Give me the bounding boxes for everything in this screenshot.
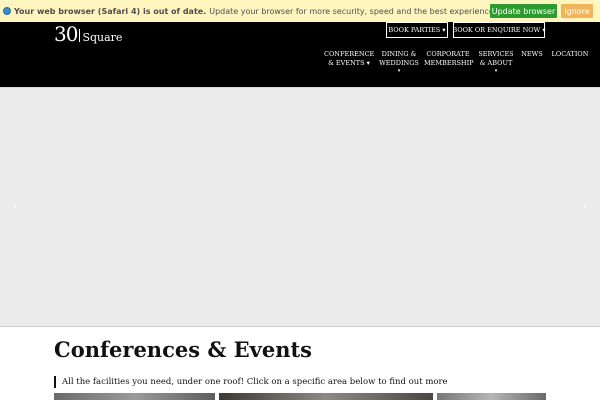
nav-item-location[interactable]: LOCATION: [551, 50, 589, 59]
chevron-left-icon[interactable]: ‹: [10, 201, 20, 213]
nav-item-dining[interactable]: DINING & WEDDINGS ▾: [378, 50, 420, 75]
area-thumbnail[interactable]: [437, 393, 546, 400]
chevron-down-icon: ▾: [397, 68, 401, 74]
nav-label-line: & ABOUT: [479, 59, 513, 67]
area-thumbnail[interactable]: [219, 393, 433, 400]
logo-number: 30: [54, 22, 78, 46]
nav-item-news[interactable]: NEWS: [520, 50, 544, 59]
nav-label-line: CONFERENCE: [324, 50, 375, 58]
nav-label-line: & EVENTS ▾: [328, 59, 370, 67]
site-logo[interactable]: 30 Square: [54, 14, 122, 44]
logo-divider: [79, 29, 81, 42]
nav-label-line: CORPORATE: [426, 50, 470, 58]
page-title: Conferences & Events: [54, 337, 312, 362]
hero-carousel: ‹ ›: [0, 87, 600, 327]
book-enquire-button[interactable]: BOOK OR ENQUIRE NOW ▾: [452, 22, 546, 38]
nav-item-services[interactable]: SERVICES & ABOUT ▾: [477, 50, 515, 75]
update-browser-button[interactable]: Update browser: [490, 4, 557, 18]
chevron-right-icon[interactable]: ›: [580, 201, 590, 213]
logo-word: Square: [82, 31, 123, 44]
nav-label-line: WEDDINGS: [379, 59, 419, 67]
page-subtitle: All the facilities you need, under one r…: [54, 376, 448, 388]
site-header: 30 Square BOOK PARTIES ▾ BOOK OR ENQUIRE…: [0, 22, 600, 87]
nav-label-line: SERVICES: [478, 50, 514, 58]
nav-item-corporate[interactable]: CORPORATE MEMBERSHIP: [424, 50, 474, 68]
chevron-down-icon: ▾: [494, 68, 498, 74]
nav-label-line: MEMBERSHIP: [424, 59, 474, 67]
ignore-button[interactable]: Ignore: [561, 4, 593, 18]
nav-label-line: DINING &: [381, 50, 417, 58]
book-parties-button[interactable]: BOOK PARTIES ▾: [386, 22, 448, 38]
browser-globe-icon: [3, 7, 11, 15]
area-thumbnail[interactable]: [54, 393, 215, 400]
main-nav: CONFERENCE & EVENTS ▾ DINING & WEDDINGS …: [0, 50, 600, 87]
nav-item-conference[interactable]: CONFERENCE & EVENTS ▾: [324, 50, 374, 68]
